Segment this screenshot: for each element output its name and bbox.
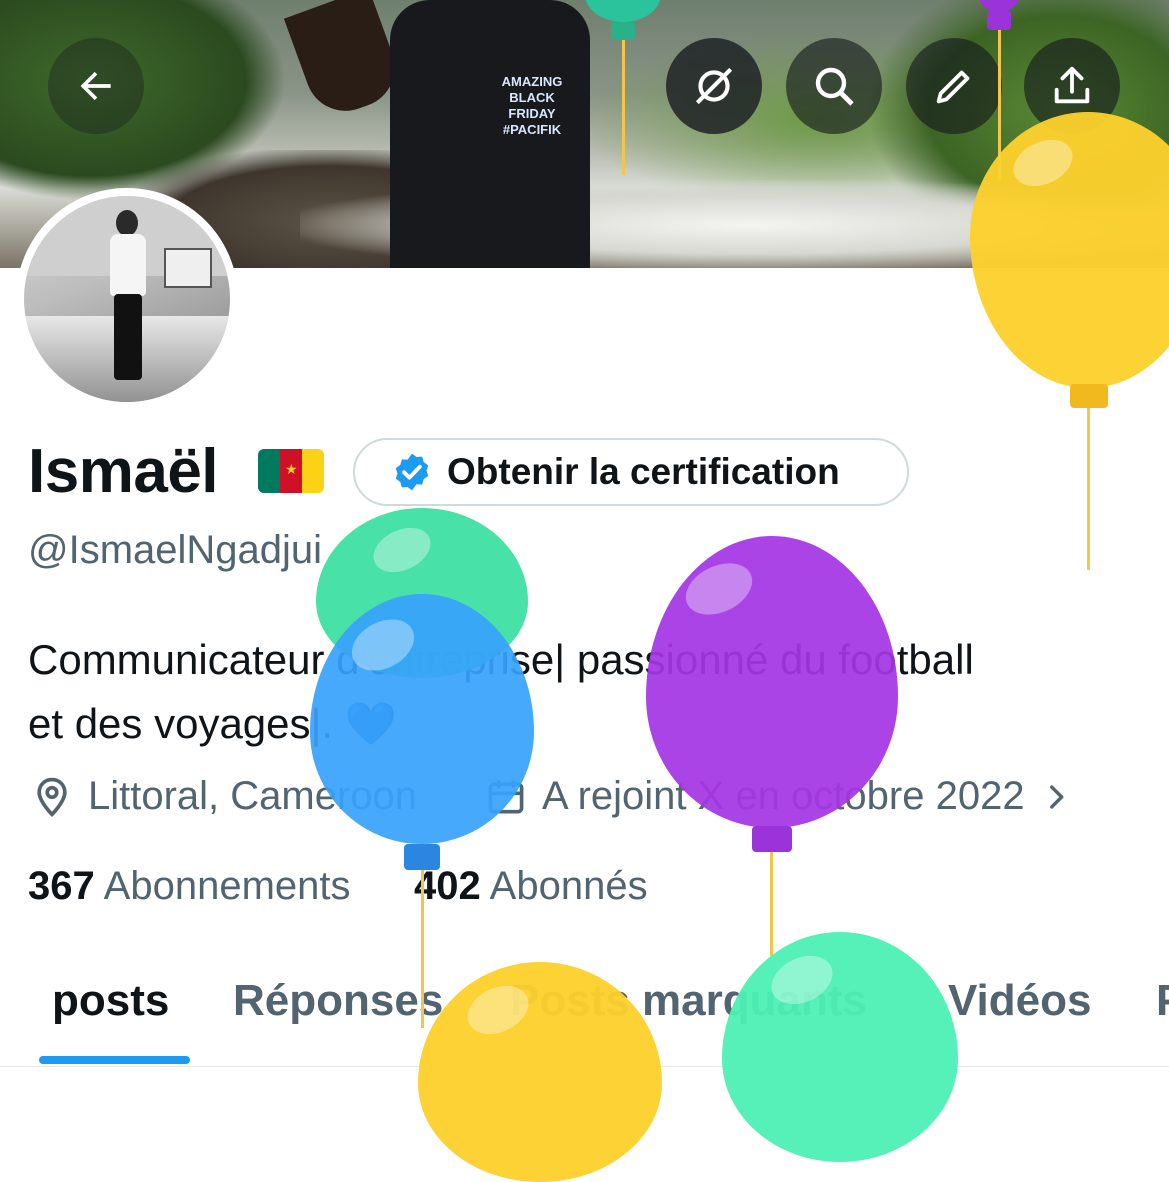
- edit-button[interactable]: [906, 38, 1002, 134]
- tab-replies[interactable]: Réponses: [233, 976, 443, 1026]
- verified-badge-icon: [395, 453, 429, 491]
- arrow-left-icon: [80, 71, 111, 101]
- joined-text: A rejoint X en octobre 2022: [542, 774, 1025, 818]
- followers-link[interactable]: 402 Abonnés: [414, 864, 648, 909]
- following-count: 367: [28, 864, 95, 908]
- get-certification-button[interactable]: Obtenir la certification: [353, 438, 909, 506]
- tab-videos[interactable]: Vidéos: [948, 976, 1091, 1026]
- chevron-right-icon: [1049, 784, 1063, 809]
- tab-posts[interactable]: posts: [52, 976, 169, 1026]
- followers-count: 402: [414, 864, 481, 908]
- banner-arm: [283, 0, 407, 123]
- active-tab-indicator: [39, 1056, 190, 1064]
- profile-bio: Communicateur d'entreprise| passionné du…: [28, 628, 1148, 756]
- banner-tshirt-text: AMAZING BLACK FRIDAY #PACIFIK: [501, 74, 563, 137]
- edit-icon: [936, 70, 970, 104]
- profile-handle: @IsmaelNgadjui: [28, 528, 323, 572]
- calendar-icon: [488, 780, 524, 813]
- profile-tabs: posts Réponses Posts marquants Vidéos P: [0, 960, 1169, 1067]
- following-label: Abonnements: [103, 864, 351, 908]
- tab-partial[interactable]: P: [1156, 976, 1169, 1026]
- certification-label: Obtenir la certification: [447, 451, 840, 492]
- search-button[interactable]: [786, 38, 882, 134]
- cameroon-flag-icon: ★: [258, 449, 324, 493]
- avatar[interactable]: [16, 188, 238, 410]
- profile-joined[interactable]: A rejoint X en octobre 2022: [484, 774, 1087, 819]
- profile-name: Ismaël: [28, 437, 219, 506]
- avatar-photo: [24, 196, 230, 402]
- search-icon: [815, 67, 854, 106]
- location-pin-icon: [37, 777, 67, 817]
- share-button[interactable]: [1024, 38, 1120, 134]
- followers-label: Abonnés: [489, 864, 648, 908]
- bio-line-1: Communicateur d'entreprise| passionné du…: [28, 636, 974, 683]
- back-button[interactable]: [48, 38, 144, 134]
- profile-location: Littoral, Cameroon: [30, 774, 417, 819]
- following-link[interactable]: 367 Abonnements: [28, 864, 351, 909]
- incognito-button[interactable]: [666, 38, 762, 134]
- share-icon: [1054, 66, 1090, 104]
- tab-highlights[interactable]: Posts marquants: [510, 976, 867, 1026]
- incognito-icon: [695, 67, 733, 105]
- location-text: Littoral, Cameroon: [88, 774, 418, 818]
- bio-line-2: et des voyages|. 💙: [28, 700, 398, 747]
